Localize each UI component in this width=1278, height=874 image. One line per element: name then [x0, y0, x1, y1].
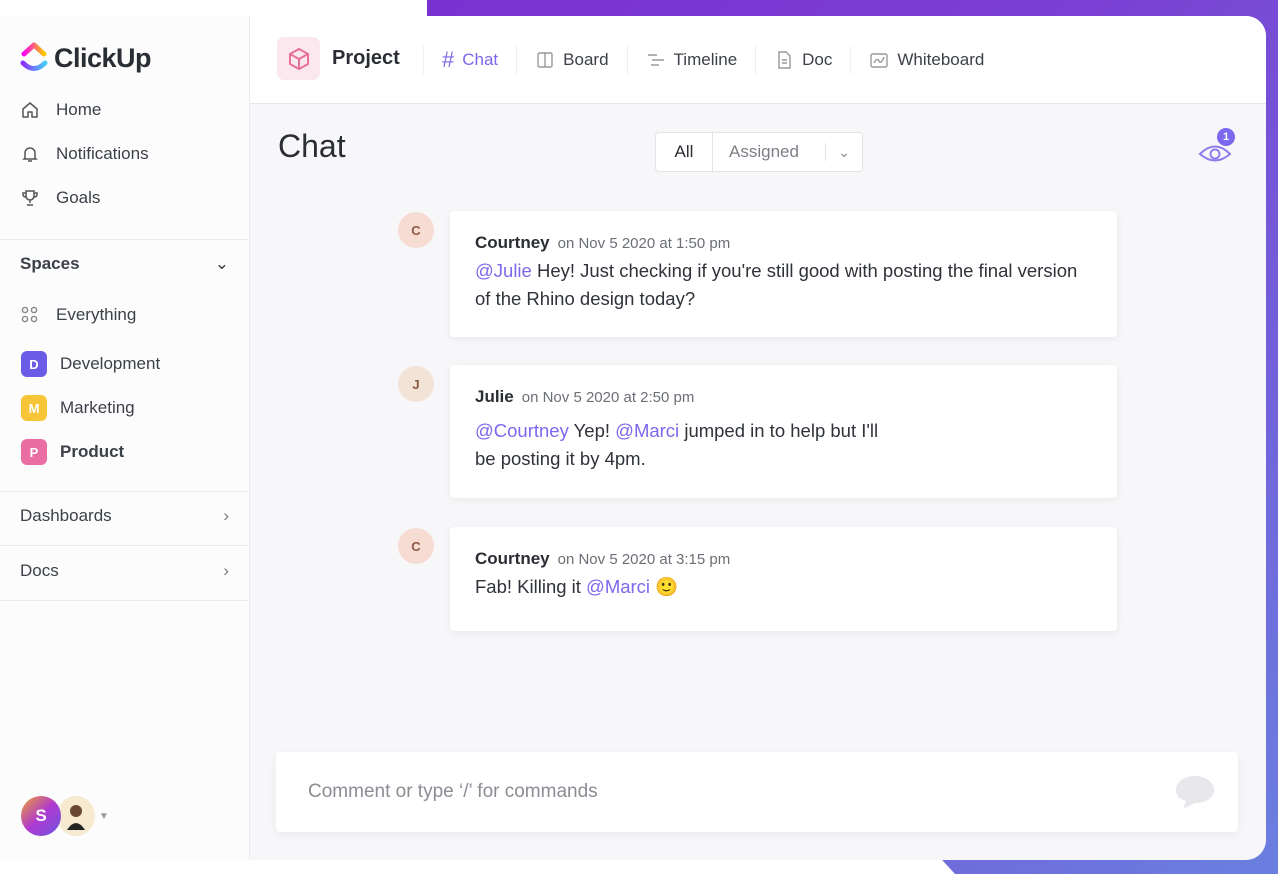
divider — [0, 600, 250, 601]
divider — [0, 545, 250, 546]
nav-label: Home — [56, 100, 102, 119]
timeline-icon — [647, 54, 664, 66]
space-badge: D — [21, 351, 47, 377]
bell-icon — [22, 147, 38, 162]
space-label: Marketing — [60, 398, 135, 417]
chevron-down-icon[interactable]: ⌄ — [825, 143, 862, 161]
caret-down-icon: ▼ — [99, 810, 109, 822]
page-title: Chat — [278, 128, 346, 164]
project-name: Project — [332, 47, 400, 69]
project-icon — [277, 37, 320, 80]
space-label: Development — [60, 354, 161, 373]
nav-label: Notifications — [56, 144, 149, 163]
space-badge: P — [21, 439, 47, 465]
top-bar: Project # Chat Board Timeline Doc Whitebo… — [250, 16, 1266, 104]
filter-all-button[interactable]: All — [656, 133, 713, 171]
grid-icon — [21, 306, 38, 323]
chat-filter: All Assigned ⌄ — [655, 132, 863, 172]
trophy-icon — [22, 190, 38, 206]
message-text: Hey! Just checking if you're still good … — [475, 260, 1078, 309]
message-text: be posting it by 4pm. — [475, 448, 646, 469]
board-icon — [537, 52, 553, 68]
chat-message: Julie on Nov 5 2020 at 2:50 pm @Courtney … — [450, 365, 1117, 498]
tab-board[interactable]: Board — [516, 46, 626, 74]
mention-link[interactable]: @Courtney — [475, 420, 569, 441]
docs-label: Docs — [20, 561, 59, 580]
chat-message: Courtney on Nov 5 2020 at 3:15 pm Fab! Ki… — [450, 527, 1117, 631]
sidebar-item-docs[interactable]: Docs › — [20, 561, 229, 581]
tab-timeline[interactable]: Timeline — [626, 46, 756, 74]
chevron-right-icon: › — [223, 561, 229, 580]
view-tabs: # Chat Board Timeline Doc Whiteboard — [423, 46, 1002, 74]
chevron-down-icon[interactable]: ⌄ — [215, 254, 229, 274]
everything-label: Everything — [56, 305, 137, 324]
dashboards-label: Dashboards — [20, 506, 112, 525]
comment-input[interactable] — [308, 781, 1174, 803]
tab-label: Whiteboard — [897, 50, 985, 69]
space-development[interactable]: D Development — [21, 351, 160, 377]
sidebar-item-goals[interactable]: Goals — [20, 188, 100, 208]
chat-message: Courtney on Nov 5 2020 at 1:50 pm @Julie … — [450, 211, 1117, 337]
clickup-logo-icon — [20, 42, 48, 71]
sidebar-item-everything[interactable]: Everything — [21, 305, 136, 325]
whiteboard-icon — [870, 53, 889, 68]
tab-doc[interactable]: Doc — [755, 46, 850, 74]
message-timestamp: on Nov 5 2020 at 3:15 pm — [557, 551, 731, 568]
hash-icon: # — [442, 47, 455, 72]
message-text: jumped in to help but I'll — [679, 420, 879, 441]
message-author: Courtney — [475, 549, 550, 568]
watchers-badge: 1 — [1217, 128, 1235, 146]
avatar-courtney: C — [398, 528, 434, 564]
sidebar: ClickUp Home Notifications Goals Spaces ⌄… — [0, 16, 250, 860]
spaces-label: Spaces — [20, 254, 80, 273]
space-badge: M — [21, 395, 47, 421]
tab-label: Chat — [462, 50, 499, 69]
avatar-courtney: C — [398, 212, 434, 248]
message-author: Courtney — [475, 233, 550, 252]
tab-label: Timeline — [673, 50, 738, 69]
message-text: Fab! Killing it — [475, 576, 587, 597]
space-label: Product — [60, 442, 125, 461]
user-avatar-photo — [57, 796, 95, 836]
space-marketing[interactable]: M Marketing — [21, 395, 135, 421]
message-author: Julie — [475, 387, 514, 406]
chevron-right-icon: › — [223, 506, 229, 525]
message-timestamp: on Nov 5 2020 at 2:50 pm — [521, 389, 695, 406]
mention-link[interactable]: @Julie — [475, 260, 532, 281]
filter-assigned-button[interactable]: Assigned — [713, 142, 825, 162]
message-timestamp: on Nov 5 2020 at 1:50 pm — [557, 235, 731, 252]
tab-label: Board — [563, 50, 609, 69]
app-window: ClickUp Home Notifications Goals Spaces ⌄… — [0, 16, 1266, 860]
smile-emoji-icon: 🙂 — [655, 576, 679, 597]
sidebar-item-dashboards[interactable]: Dashboards › — [20, 506, 229, 526]
user-avatar: S — [21, 796, 61, 836]
clickup-logo[interactable]: ClickUp — [20, 42, 152, 74]
mention-link[interactable]: @Marci — [586, 576, 650, 597]
doc-icon — [778, 51, 791, 69]
divider — [0, 491, 250, 492]
home-icon — [22, 102, 38, 118]
sidebar-item-notifications[interactable]: Notifications — [20, 144, 149, 164]
message-text: Yep! — [568, 420, 616, 441]
tab-whiteboard[interactable]: Whiteboard — [850, 46, 1002, 74]
speech-bubble-icon[interactable] — [1174, 773, 1216, 811]
tab-label: Doc — [802, 50, 833, 69]
mention-link[interactable]: @Marci — [615, 420, 679, 441]
tab-chat[interactable]: # Chat — [423, 46, 516, 74]
nav-label: Goals — [56, 188, 101, 207]
brand-name: ClickUp — [54, 42, 152, 73]
user-menu[interactable]: S ▼ — [21, 796, 109, 836]
spaces-header[interactable]: Spaces ⌄ — [20, 254, 229, 274]
comment-box — [276, 752, 1238, 832]
space-product[interactable]: P Product — [21, 439, 124, 465]
sidebar-item-home[interactable]: Home — [20, 100, 101, 120]
divider — [0, 239, 250, 240]
avatar-julie: J — [398, 366, 434, 402]
